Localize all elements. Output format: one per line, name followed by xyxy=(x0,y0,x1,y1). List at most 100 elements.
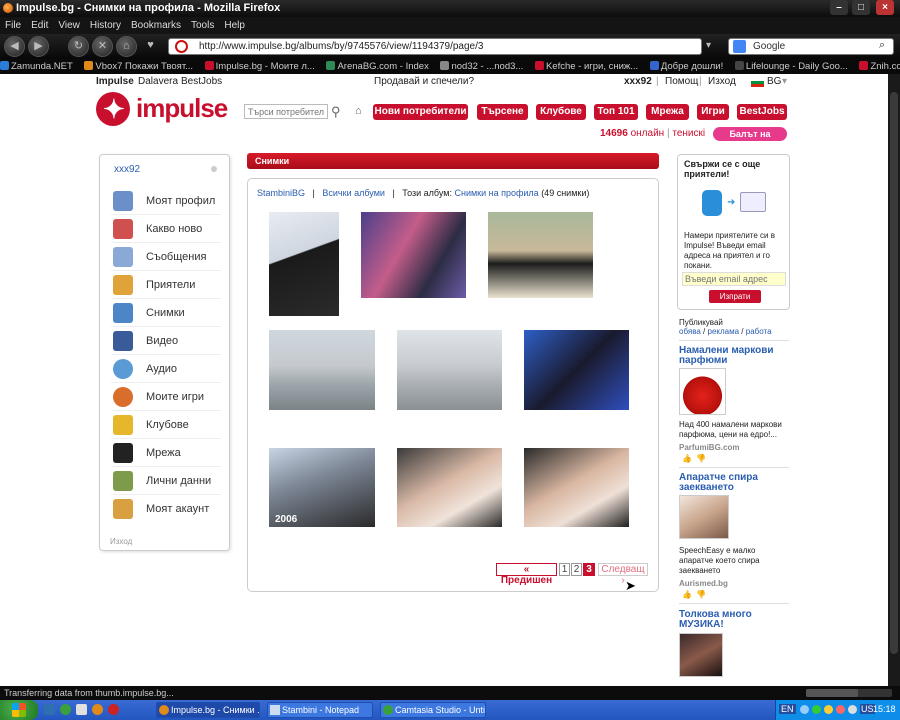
tray-icon[interactable] xyxy=(824,705,833,714)
search-icon[interactable]: ⌕ xyxy=(879,39,885,52)
ad-title-perfumes[interactable]: Намалени маркови парфюми xyxy=(679,346,789,366)
album-name-link[interactable]: Снимки на профила xyxy=(454,188,538,198)
sidebar-item-messages[interactable]: Съобщения xyxy=(111,245,221,271)
quicklaunch-icon[interactable] xyxy=(76,704,87,715)
dropdown-icon[interactable]: ▾ xyxy=(706,40,711,51)
menu-bookmarks[interactable]: Bookmarks xyxy=(126,17,186,31)
bookmark-item[interactable]: ArenaBG.com - Index xyxy=(326,59,429,72)
minimize-button[interactable]: – xyxy=(830,0,848,15)
sidebar-item-network[interactable]: Мрежа xyxy=(111,441,221,467)
bookmark-item[interactable]: Lifelounge - Daily Goo... xyxy=(734,59,848,72)
bookmark-this-icon[interactable]: ★ xyxy=(683,39,694,53)
sidebar-item-my-profile[interactable]: Моят профил xyxy=(111,189,221,215)
speech-ad-image[interactable] xyxy=(679,495,729,539)
publish-promo-link[interactable]: реклама xyxy=(708,327,740,336)
clubs-button[interactable]: Клубове xyxy=(536,104,586,120)
firefox-quicklaunch-icon[interactable] xyxy=(92,704,103,715)
photo-thumbnail-4[interactable] xyxy=(269,330,375,410)
current-page[interactable]: 3 xyxy=(583,563,595,576)
sidebar-item-my-games[interactable]: Моите игри xyxy=(111,385,221,411)
invite-email-input[interactable] xyxy=(682,272,786,286)
sidebar-username[interactable]: xxx92 xyxy=(114,164,140,175)
page-2-link[interactable]: 2 xyxy=(571,563,582,576)
tray-icon[interactable] xyxy=(812,705,821,714)
sidebar-item-my-account[interactable]: Моят акаунт xyxy=(111,497,221,523)
menu-edit[interactable]: Edit xyxy=(26,17,53,31)
sidebar-item-personal-data[interactable]: Лични данни xyxy=(111,469,221,495)
new-users-button[interactable]: Нови потребители xyxy=(373,104,468,120)
ad-title-music[interactable]: Толкова много МУЗИКА! xyxy=(679,610,789,630)
sidebar-item-photos[interactable]: Снимки xyxy=(111,301,221,327)
thumbs-up-icon[interactable]: 👍 xyxy=(682,454,692,463)
menu-history[interactable]: History xyxy=(85,17,126,31)
search-icon[interactable]: ⚲ xyxy=(331,104,341,120)
next-page-button[interactable]: Следващ › xyxy=(598,563,648,586)
search-button[interactable]: Търсене xyxy=(477,104,528,120)
quicklaunch-icon[interactable] xyxy=(108,704,119,715)
language-selector[interactable]: BG xyxy=(767,76,781,87)
bookmark-item[interactable]: Znih.com - Направи с... xyxy=(859,59,900,72)
photo-thumbnail-2[interactable] xyxy=(361,212,466,298)
url-bar[interactable]: http://www.impulse.bg/albums/by/9745576/… xyxy=(168,38,702,55)
album-owner-link[interactable]: StambiniBG xyxy=(257,188,305,198)
language-indicator[interactable]: EN xyxy=(779,704,796,714)
bookmark-star-icon[interactable]: ♥ xyxy=(140,36,161,57)
music-ad-image[interactable] xyxy=(679,633,723,677)
home-icon[interactable]: ⌂ xyxy=(355,105,362,117)
sidebar-item-friends[interactable]: Приятели xyxy=(111,273,221,299)
menu-tools[interactable]: Tools xyxy=(186,17,219,31)
thumbs-up-icon[interactable]: 👍 xyxy=(682,590,692,599)
tray-icon[interactable] xyxy=(800,705,809,714)
sidebar-item-news[interactable]: Какво ново xyxy=(111,217,221,243)
photo-thumbnail-5[interactable] xyxy=(397,330,502,410)
volume-icon[interactable] xyxy=(848,705,857,714)
ad-source-speech[interactable]: Aurismed.bg xyxy=(679,579,728,588)
quicklaunch-icon[interactable] xyxy=(44,704,55,715)
back-icon[interactable]: ◀ xyxy=(4,36,25,57)
bookmark-item[interactable]: Impulse.bg - Моите л... xyxy=(204,59,315,72)
ad-title-speech[interactable]: Апаратче спира заекването xyxy=(679,473,789,493)
all-albums-link[interactable]: Всички албуми xyxy=(322,188,385,198)
stop-icon[interactable]: ✕ xyxy=(92,36,113,57)
taskbar-firefox-window[interactable]: Impulse.bg - Снимки ... xyxy=(156,702,260,718)
thumbs-down-icon[interactable]: 👎 xyxy=(696,590,706,599)
page-1-link[interactable]: 1 xyxy=(559,563,570,576)
send-invite-button[interactable]: Изпрати xyxy=(709,290,761,303)
top-username[interactable]: xxx92 xyxy=(624,76,652,87)
tray-icon[interactable] xyxy=(836,705,845,714)
scrollbar-thumb[interactable] xyxy=(890,92,898,654)
bookmark-item[interactable]: Добре дошли! xyxy=(649,59,723,72)
sidebar-logout-link[interactable]: Изход xyxy=(110,537,132,546)
photo-thumbnail-7[interactable]: 2006 xyxy=(269,448,375,527)
user-search-input[interactable] xyxy=(244,104,328,119)
menu-view[interactable]: View xyxy=(53,17,85,31)
network-button[interactable]: Мрежа xyxy=(646,104,689,120)
perfume-ad-image[interactable] xyxy=(679,368,726,415)
maximize-button[interactable]: □ xyxy=(852,0,870,15)
bestjobs-link[interactable]: BestJobs xyxy=(181,76,222,87)
photo-thumbnail-6[interactable] xyxy=(524,330,629,410)
publish-job-link[interactable]: работа xyxy=(746,327,772,336)
photo-thumbnail-8[interactable] xyxy=(397,448,502,527)
close-button[interactable]: × xyxy=(876,0,894,15)
photo-thumbnail-1[interactable] xyxy=(269,212,339,316)
help-link[interactable]: Помощ xyxy=(665,76,698,87)
top101-button[interactable]: Топ 101 xyxy=(594,104,638,120)
photo-thumbnail-3[interactable] xyxy=(488,212,593,298)
tennis-link[interactable]: тенискi xyxy=(672,128,705,139)
start-button[interactable] xyxy=(0,700,38,720)
quicklaunch-icon[interactable] xyxy=(60,704,71,715)
sidebar-item-audio[interactable]: Аудио xyxy=(111,357,221,383)
ball-of-impulse-button[interactable]: Балът на Impulse xyxy=(713,127,787,153)
promo-link[interactable]: Продавай и спечели? xyxy=(374,76,474,87)
logout-link[interactable]: Изход xyxy=(708,76,736,87)
bookmark-item[interactable]: nod32 - ...nod3... xyxy=(440,59,523,72)
bookmark-item[interactable]: Zamunda.NET xyxy=(0,59,73,72)
menu-help[interactable]: Help xyxy=(219,17,250,31)
publish-ad-link[interactable]: обява xyxy=(679,327,701,336)
forward-icon[interactable]: ▶ xyxy=(28,36,49,57)
bookmark-item[interactable]: Vbox7 Покажи Твоят... xyxy=(84,59,193,72)
games-button[interactable]: Игри xyxy=(697,104,729,120)
menu-file[interactable]: File xyxy=(0,17,26,31)
home-icon[interactable]: ⌂ xyxy=(116,36,137,57)
